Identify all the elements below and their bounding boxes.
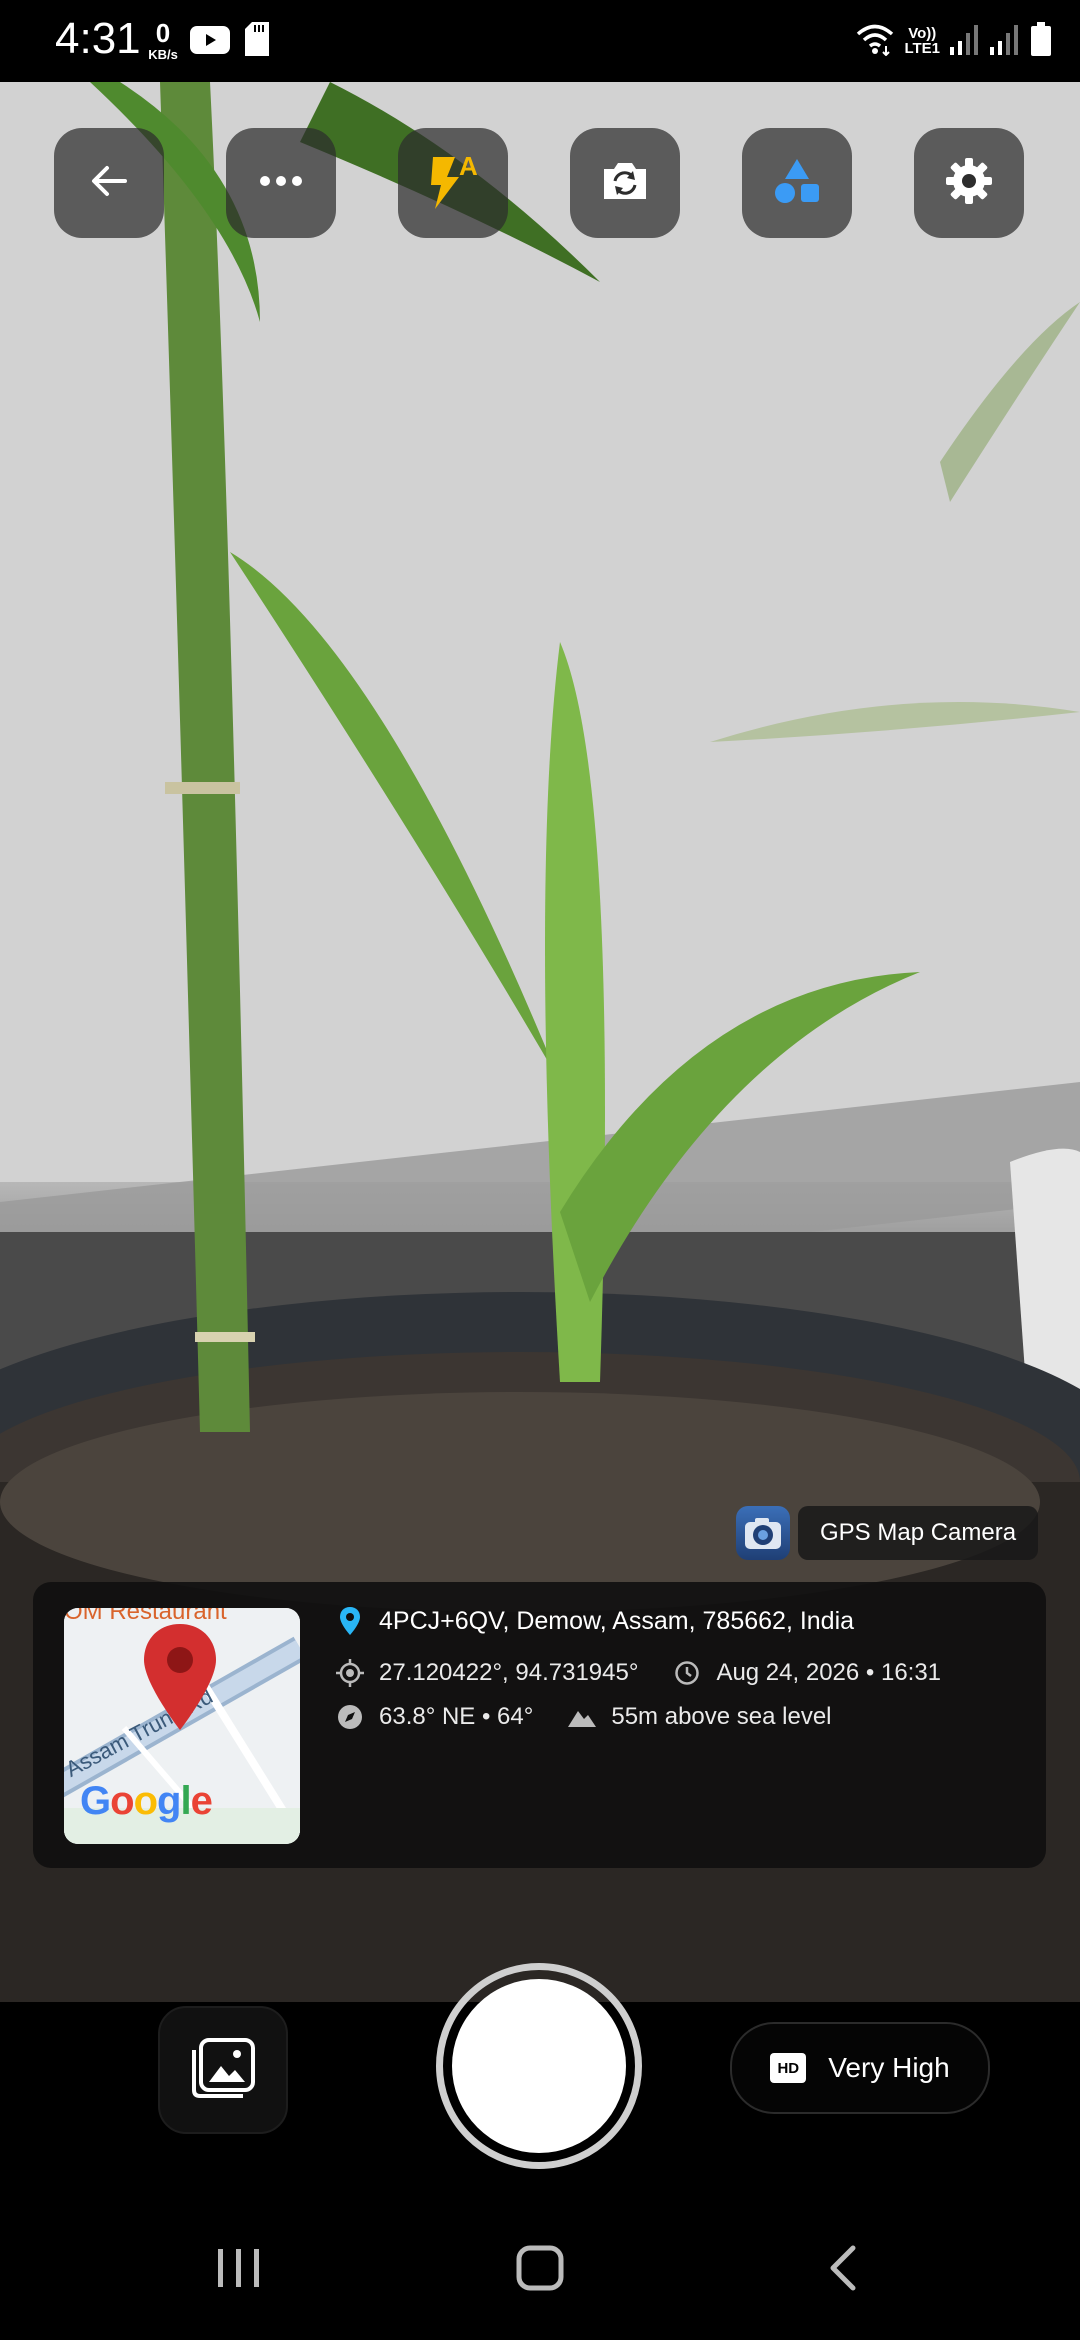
more-icon [259,174,303,192]
sd-card-icon [245,22,269,61]
gallery-button[interactable] [158,2006,288,2134]
datetime-text: Aug 24, 2026 • 16:31 [716,1659,942,1686]
flash-auto-icon: A [425,151,481,211]
coordinates-row: 27.120422°, 94.731945° Aug 24, 2026 • 16… [335,1658,941,1688]
status-time: 4:31 [55,14,141,63]
coordinates-text: 27.120422°, 94.731945° [379,1659,639,1686]
wifi-icon [856,22,894,61]
switch-camera-icon [600,159,650,208]
volte-indicator: Vo)) LTE1 [904,26,940,56]
status-indicators: Vo)) LTE1 [856,18,1052,64]
location-pin-icon [142,1622,218,1737]
address-row: 4PCJ+6QV, Demow, Assam, 785662, India [335,1606,854,1636]
youtube-icon [190,26,230,59]
back-icon[interactable] [826,2245,860,2296]
location-pin-icon [335,1606,365,1636]
address-text: 4PCJ+6QV, Demow, Assam, 785662, India [379,1606,855,1635]
signal-icon [990,23,1020,60]
shapes-icon [773,157,821,210]
status-bar: 4:31 0 KB/s Vo)) LTE1 [0,0,1080,82]
compass-icon [335,1702,365,1732]
flash-auto-badge: A [459,151,478,181]
map-thumbnail[interactable]: OM Restaurant Assam Trunk Rd Google [64,1608,300,1844]
altitude-text: 55m above sea level [611,1703,832,1730]
settings-button[interactable] [914,128,1024,238]
settings-icon [944,156,994,211]
quality-selector[interactable]: HD Very High [730,2022,990,2114]
clock-icon [672,1658,702,1688]
gps-target-icon [335,1658,365,1688]
location-info-card[interactable]: OM Restaurant Assam Trunk Rd Google 4PCJ… [33,1582,1046,1868]
compass-row: 63.8° NE • 64° 55m above sea level [335,1702,832,1732]
switch-camera-button[interactable] [570,128,680,238]
compass-text: 63.8° NE • 64° [379,1703,534,1730]
more-options-button[interactable] [226,128,336,238]
gallery-icon [191,2037,255,2103]
flash-button[interactable]: A [398,128,508,238]
map-brand-logo: Google [80,1779,213,1823]
mountain-icon [567,1702,597,1732]
camera-app-icon [736,1506,790,1560]
quality-label: Very High [828,2052,950,2083]
hd-icon: HD [770,2053,807,2083]
shutter-button[interactable] [436,1963,642,2169]
network-speed-value: 0 [155,18,171,48]
volte-top-label: Vo)) [908,25,937,42]
back-button[interactable] [54,128,164,238]
network-speed: 0 KB/s [143,20,183,61]
shutter-inner [452,1979,626,2153]
home-icon[interactable] [516,2245,564,2296]
recent-apps-icon[interactable] [216,2245,262,2296]
signal-icon [950,23,980,60]
templates-button[interactable] [742,128,852,238]
battery-icon [1030,21,1052,61]
volte-bottom-label: LTE1 [904,40,940,57]
gps-app-label: GPS Map Camera [798,1506,1039,1560]
back-arrow-icon [87,159,131,208]
network-speed-unit: KB/s [148,47,178,62]
gps-app-badge: GPS Map Camera [736,1506,1039,1560]
